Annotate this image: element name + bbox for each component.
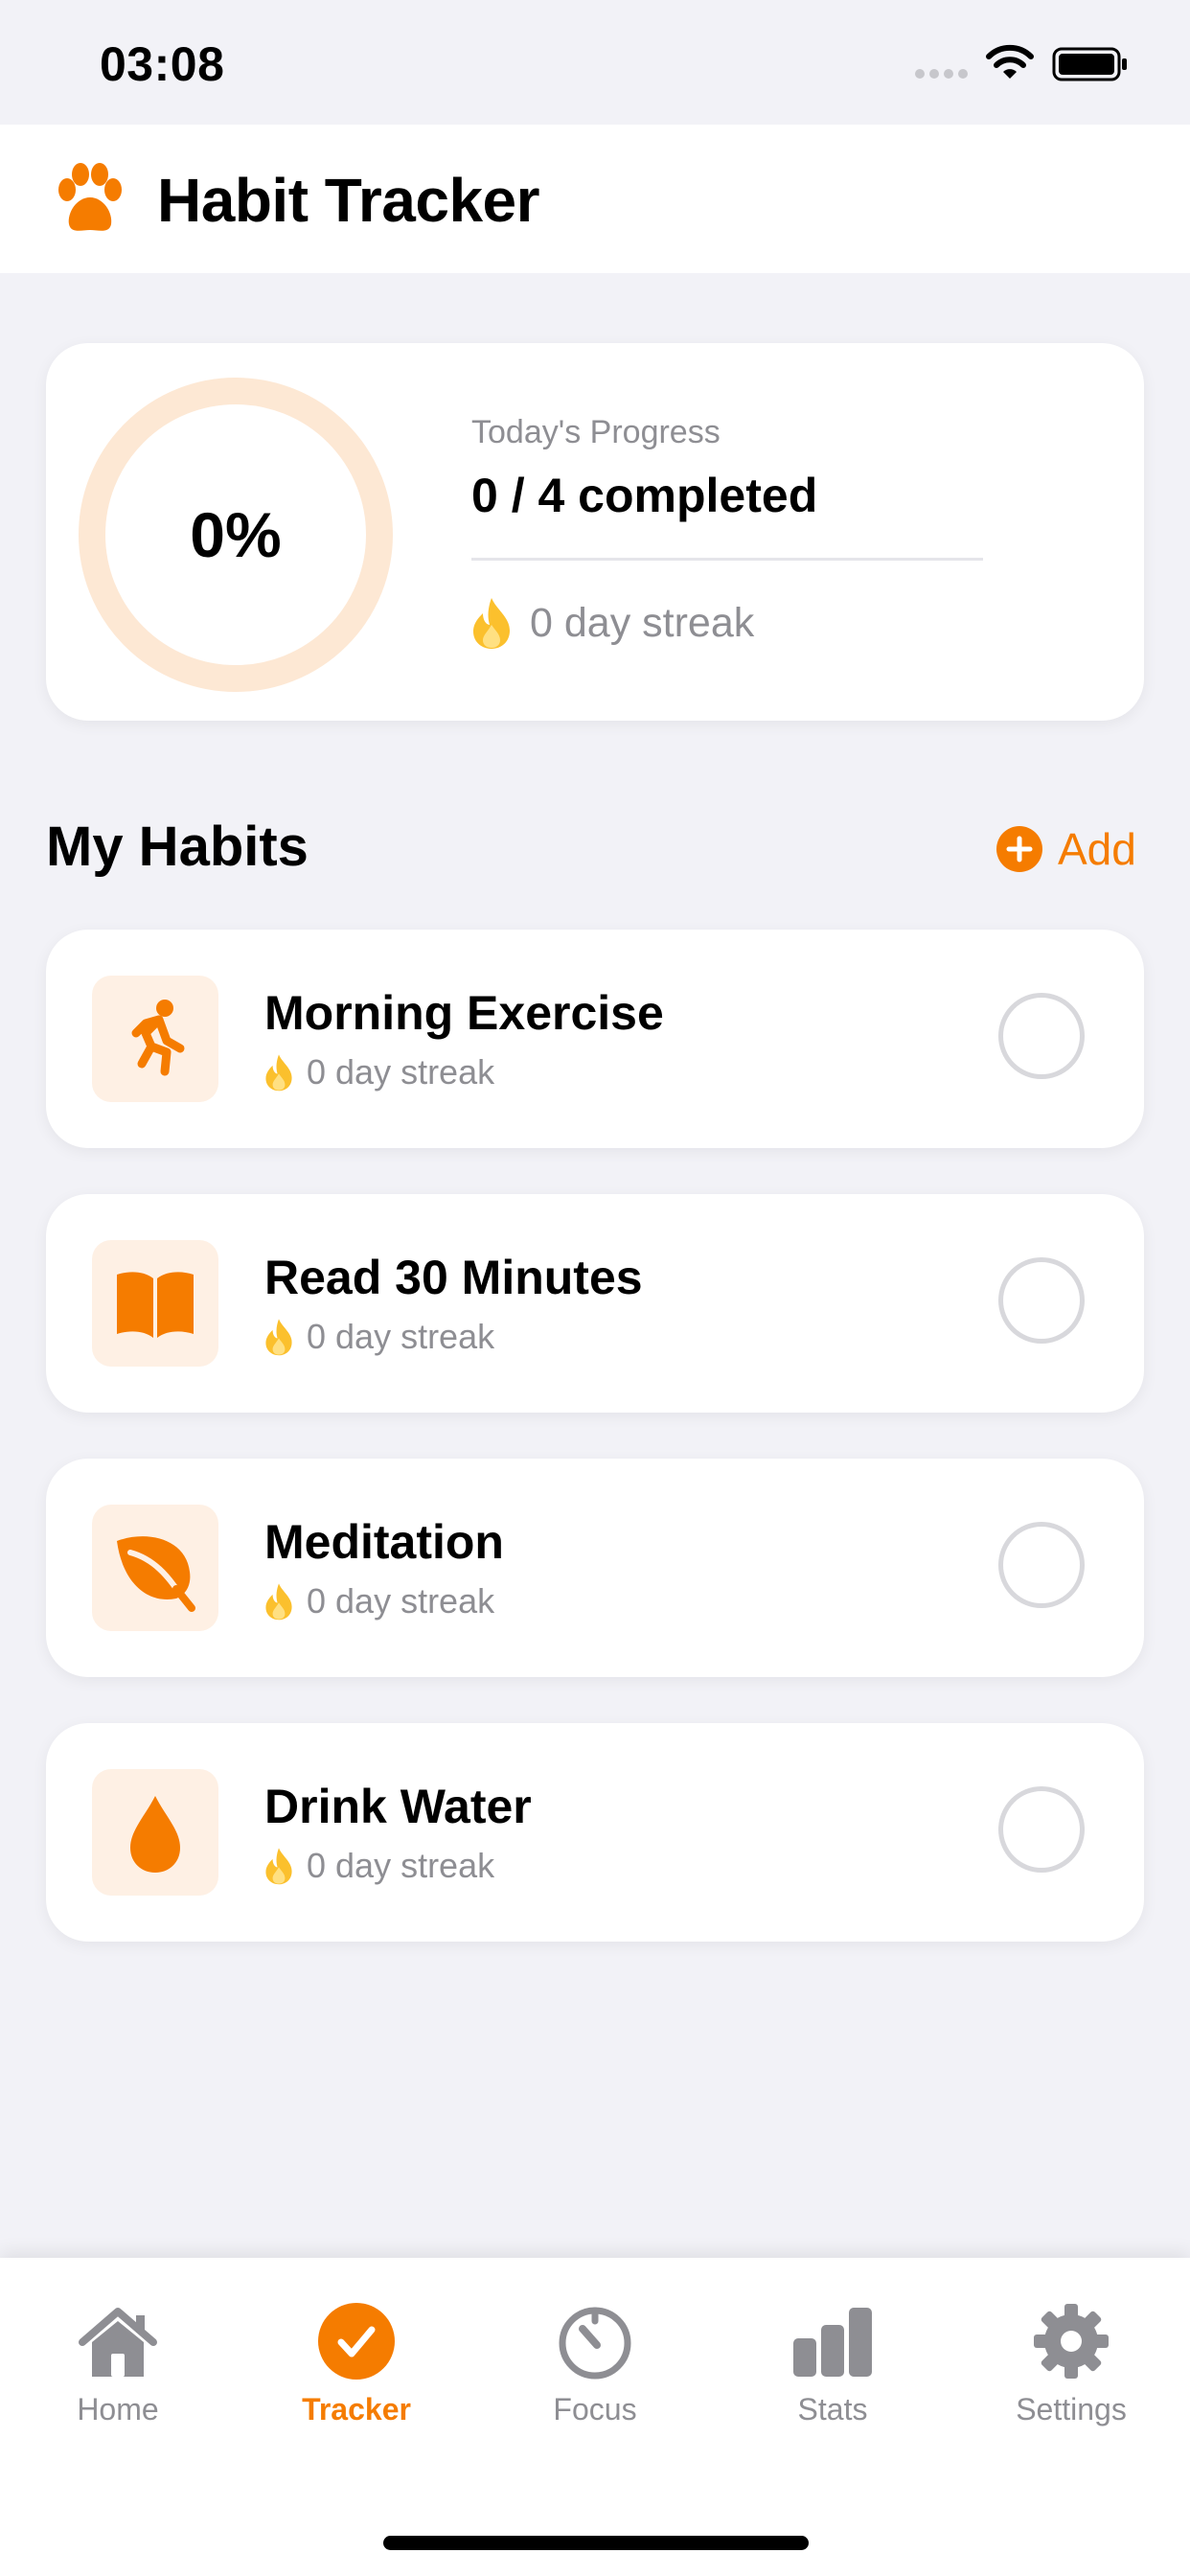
habit-streak-text: 0 day streak (307, 1317, 495, 1356)
tab-label: Tracker (302, 2392, 411, 2426)
habit-streak: 0 day streak (264, 1581, 494, 1622)
progress-count: 0 / 4 completed (471, 469, 818, 522)
divider (471, 558, 983, 561)
tab-focus[interactable]: Focus (485, 2300, 705, 2444)
flame-icon (265, 1319, 292, 1356)
tab-home[interactable]: Home (8, 2300, 228, 2444)
habit-icon-tile (92, 976, 218, 1102)
habit-name: Read 30 Minutes (264, 1251, 643, 1304)
water-drop-icon (130, 1796, 180, 1873)
timer-icon (559, 2307, 631, 2380)
habit-name: Morning Exercise (264, 986, 664, 1040)
habit-complete-toggle[interactable] (998, 993, 1085, 1079)
flame-icon (473, 598, 510, 649)
habit-streak-text: 0 day streak (307, 1581, 495, 1621)
add-habit-button[interactable]: Add (996, 822, 1136, 876)
leaf-icon (117, 1536, 195, 1612)
tab-tracker[interactable]: Tracker (246, 2300, 467, 2444)
habit-streak-text: 0 day streak (307, 1052, 495, 1092)
habit-streak-text: 0 day streak (307, 1846, 495, 1885)
habit-card[interactable]: Drink Water 0 day streak (46, 1723, 1144, 1942)
running-icon (131, 1000, 185, 1076)
habit-streak: 0 day streak (264, 1052, 494, 1092)
overall-streak: 0 day streak (530, 600, 755, 646)
flame-icon (265, 1848, 292, 1885)
habit-icon-tile (92, 1505, 218, 1631)
wifi-icon (986, 44, 1034, 79)
section-title: My Habits (46, 816, 309, 878)
habit-complete-toggle[interactable] (998, 1522, 1085, 1608)
habit-card[interactable]: Meditation 0 day streak (46, 1459, 1144, 1677)
bar-chart-icon (793, 2308, 872, 2377)
progress-label: Today's Progress (471, 414, 721, 450)
plus-circle-icon (996, 826, 1042, 872)
paw-icon (58, 163, 122, 231)
habit-card[interactable]: Morning Exercise 0 day streak (46, 930, 1144, 1148)
home-indicator (383, 2536, 809, 2550)
habit-name: Drink Water (264, 1780, 532, 1833)
tab-label: Focus (553, 2392, 637, 2426)
tab-settings[interactable]: Settings (961, 2300, 1181, 2444)
habit-icon-tile (92, 1769, 218, 1896)
add-label: Add (1058, 824, 1136, 874)
tab-label: Home (77, 2392, 159, 2426)
tab-stats[interactable]: Stats (722, 2300, 943, 2444)
habit-icon-tile (92, 1240, 218, 1367)
habit-complete-toggle[interactable] (998, 1257, 1085, 1344)
home-icon (79, 2308, 157, 2377)
tab-label: Settings (1016, 2392, 1127, 2426)
flame-icon (265, 1583, 292, 1621)
status-time: 03:08 (100, 37, 225, 91)
signal-icon (915, 69, 968, 79)
book-icon (117, 1272, 194, 1338)
habit-complete-toggle[interactable] (998, 1786, 1085, 1873)
tab-label: Stats (797, 2392, 868, 2426)
app-title: Habit Tracker (157, 166, 540, 235)
battery-icon (1052, 47, 1127, 81)
habit-name: Meditation (264, 1515, 504, 1569)
gear-icon (1034, 2304, 1109, 2379)
checkmark-circle-icon (318, 2303, 395, 2380)
habit-streak: 0 day streak (264, 1846, 494, 1886)
habit-card[interactable]: Read 30 Minutes 0 day streak (46, 1194, 1144, 1413)
habit-streak: 0 day streak (264, 1317, 494, 1357)
flame-icon (265, 1054, 292, 1092)
progress-percent: 0% (190, 499, 282, 570)
